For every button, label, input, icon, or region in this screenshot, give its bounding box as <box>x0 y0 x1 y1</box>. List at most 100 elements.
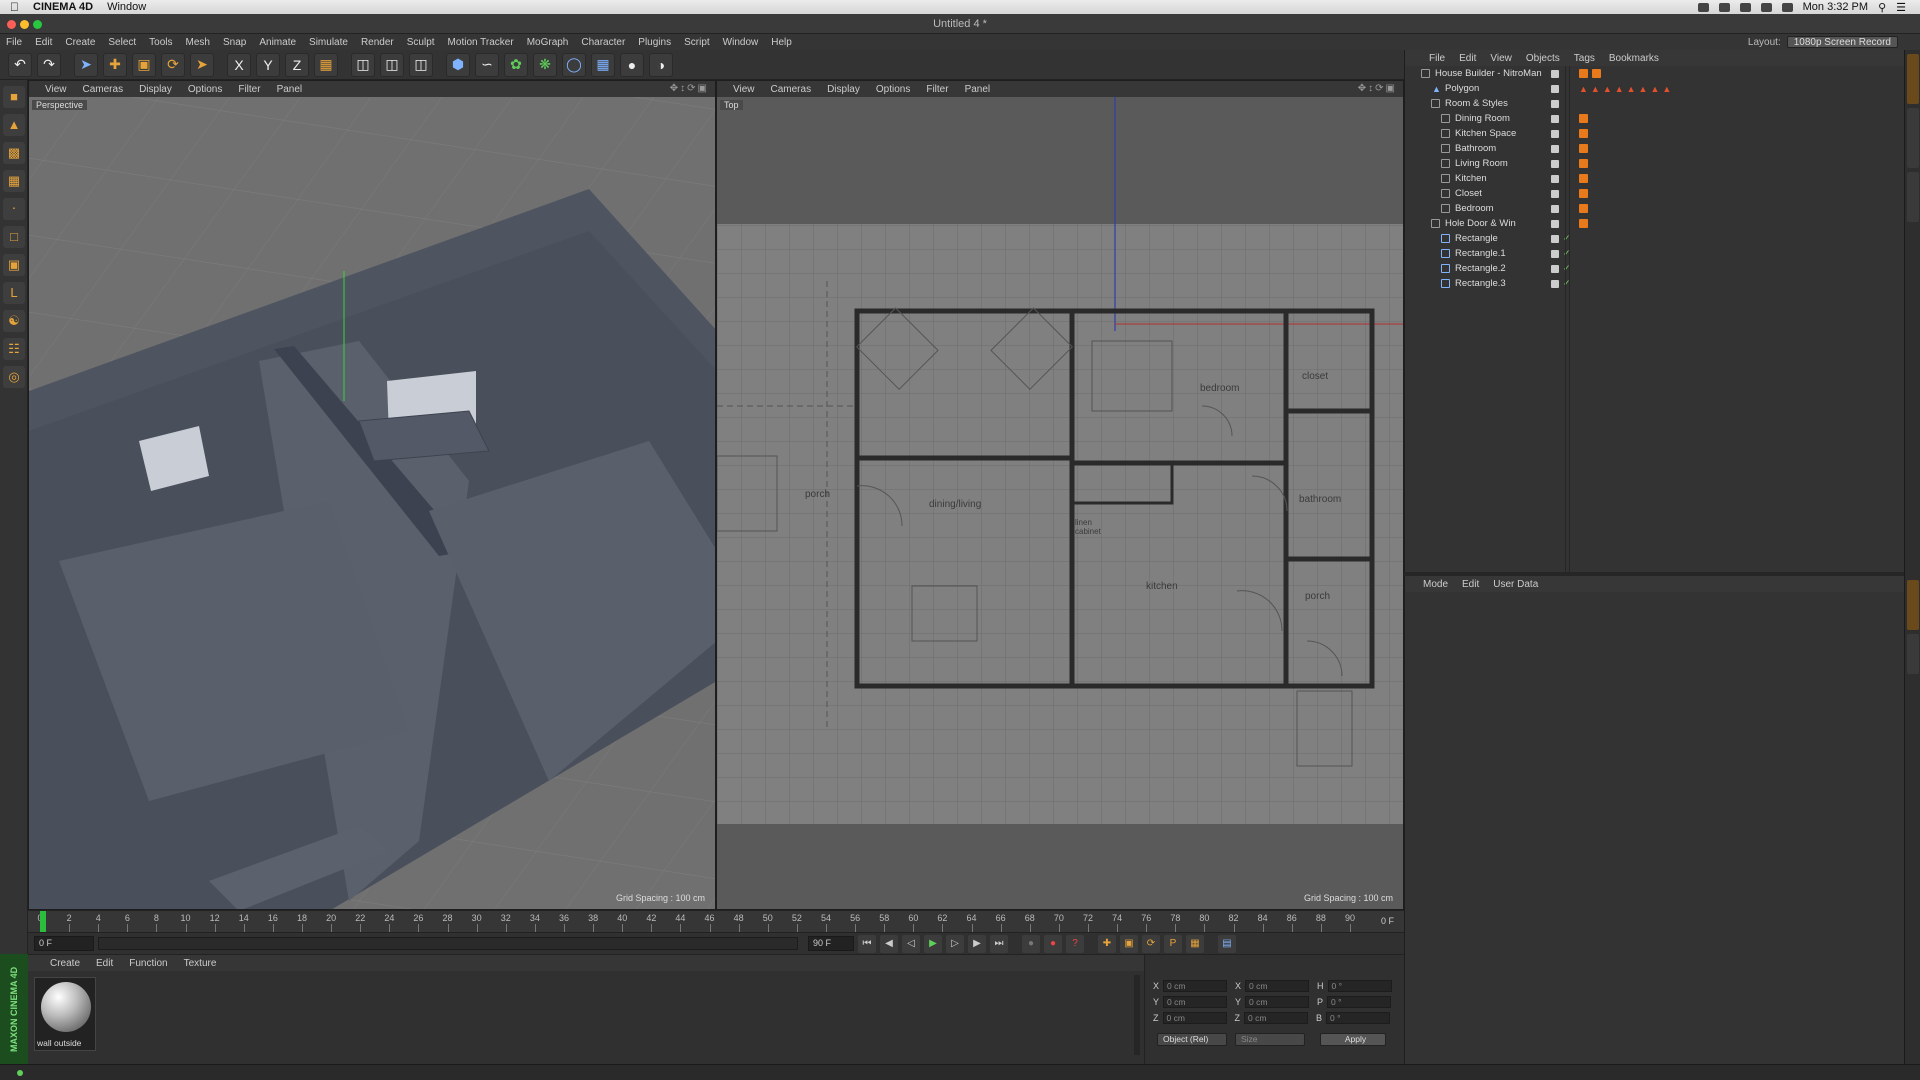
spotlight-icon[interactable]: ⚲ <box>1878 1 1886 14</box>
object-row[interactable]: Closet <box>1411 186 1904 201</box>
menu-select[interactable]: Select <box>108 37 136 48</box>
object-row[interactable]: Rectangle.3 ✓ <box>1411 276 1904 291</box>
size-x-field[interactable]: 0 cm <box>1245 980 1310 992</box>
model-mode-icon[interactable]: ▲ <box>3 114 25 136</box>
tag-icon[interactable] <box>1579 159 1588 168</box>
rotation-p-field[interactable]: 0 ° <box>1327 996 1392 1008</box>
object-row[interactable]: ▲ Polygon ▲▲▲▲▲▲▲▲ <box>1411 81 1904 96</box>
camera-icon[interactable]: ● <box>620 52 644 77</box>
wifi-icon[interactable] <box>1760 2 1772 12</box>
menu-tools[interactable]: Tools <box>149 37 172 48</box>
layout-dropdown[interactable]: 1080p Screen Record <box>1786 36 1898 48</box>
object-row[interactable]: Living Room <box>1411 156 1904 171</box>
points-mode-icon[interactable]: ⋅ <box>3 198 25 220</box>
menu-file[interactable]: File <box>6 37 22 48</box>
solo-icon[interactable]: ◎ <box>3 366 25 388</box>
menu-motion-tracker[interactable]: Motion Tracker <box>448 37 514 48</box>
viewport-menu-options[interactable]: Options <box>188 84 222 95</box>
goto-end-icon[interactable]: ⏭ <box>990 935 1008 953</box>
select-tool-icon[interactable]: ➤ <box>74 52 98 77</box>
goto-start-icon[interactable]: ⏮ <box>858 935 876 953</box>
mm-menu-texture[interactable]: Texture <box>184 958 217 969</box>
attr-menu-mode[interactable]: Mode <box>1423 579 1448 590</box>
visibility-icon[interactable] <box>1551 264 1559 273</box>
visibility-icon[interactable] <box>1551 204 1559 213</box>
tag-icon[interactable] <box>1579 189 1588 198</box>
key-parameter-icon[interactable]: P <box>1164 935 1182 953</box>
window-menu[interactable]: Window <box>107 1 146 13</box>
key-scale-icon[interactable]: ▣ <box>1120 935 1138 953</box>
layers-tab[interactable] <box>1907 634 1919 674</box>
axis-mode-icon[interactable]: L <box>3 282 25 304</box>
tag-icon[interactable] <box>1579 144 1588 153</box>
visibility-icon[interactable] <box>1551 189 1559 198</box>
om-menu-file[interactable]: File <box>1429 53 1445 64</box>
coordinate-mode-dropdown[interactable]: Object (Rel) <box>1157 1033 1227 1046</box>
autokey-icon[interactable]: ● <box>1044 935 1062 953</box>
menu-help[interactable]: Help <box>771 37 792 48</box>
array-icon[interactable]: ❋ <box>533 52 557 77</box>
status-icon[interactable] <box>1697 2 1709 12</box>
light-icon[interactable]: ◑ <box>649 52 673 77</box>
next-frame-icon[interactable]: ▷ <box>946 935 964 953</box>
menu-sculpt[interactable]: Sculpt <box>407 37 435 48</box>
attributes-tab[interactable] <box>1907 580 1919 630</box>
tag-icon[interactable] <box>1579 69 1588 78</box>
key-position-icon[interactable]: ✚ <box>1098 935 1116 953</box>
clock[interactable]: Mon 3:32 PM <box>1803 1 1868 13</box>
visibility-icon[interactable] <box>1551 69 1559 78</box>
viewport-menu-filter[interactable]: Filter <box>238 84 260 95</box>
menu-render[interactable]: Render <box>361 37 394 48</box>
live-selection-icon[interactable]: ➤ <box>190 52 214 77</box>
position-y-field[interactable]: 0 cm <box>1163 996 1228 1008</box>
texture-mode-icon[interactable]: ▩ <box>3 142 25 164</box>
objects-tab[interactable] <box>1907 54 1919 104</box>
mm-menu-create[interactable]: Create <box>50 958 80 969</box>
attr-menu-edit[interactable]: Edit <box>1462 579 1479 590</box>
pen-spline-icon[interactable]: ∽ <box>475 52 499 77</box>
rotation-h-field[interactable]: 0 ° <box>1327 980 1392 992</box>
viewport-menu-view[interactable]: View <box>733 84 755 95</box>
om-menu-objects[interactable]: Objects <box>1526 53 1560 64</box>
apple-icon[interactable]:  <box>10 0 19 14</box>
position-z-field[interactable]: 0 cm <box>1162 1012 1227 1024</box>
viewport-menu-panel[interactable]: Panel <box>965 84 991 95</box>
viewport-menu-panel[interactable]: Panel <box>277 84 303 95</box>
edges-mode-icon[interactable]: □ <box>3 226 25 248</box>
size-mode-dropdown[interactable]: Size <box>1235 1033 1305 1046</box>
prev-key-icon[interactable]: ◀ <box>880 935 898 953</box>
viewport-menu-options[interactable]: Options <box>876 84 910 95</box>
object-row[interactable]: Dining Room <box>1411 111 1904 126</box>
rotation-b-field[interactable]: 0 ° <box>1326 1012 1391 1024</box>
redo-icon[interactable]: ↷ <box>37 52 61 77</box>
next-key-icon[interactable]: ▶ <box>968 935 986 953</box>
scale-tool-icon[interactable]: ▣ <box>132 52 156 77</box>
cube-icon[interactable]: ⬢ <box>446 52 470 77</box>
render-settings-icon[interactable]: ◫ <box>409 52 433 77</box>
visibility-icon[interactable] <box>1551 234 1559 243</box>
visibility-icon[interactable] <box>1551 174 1559 183</box>
record-icon[interactable]: ● <box>1022 935 1040 953</box>
notification-icon[interactable]: ☰ <box>1896 1 1906 14</box>
visibility-icon[interactable] <box>1551 129 1559 138</box>
object-row[interactable]: Bedroom <box>1411 201 1904 216</box>
frame-range-slider[interactable] <box>98 937 798 950</box>
object-row[interactable]: Rectangle.2 ✓ <box>1411 261 1904 276</box>
viewport-menu-filter[interactable]: Filter <box>926 84 948 95</box>
object-row[interactable]: Rectangle ✓ <box>1411 231 1904 246</box>
size-y-field[interactable]: 0 cm <box>1245 996 1310 1008</box>
visibility-icon[interactable] <box>1551 99 1559 108</box>
object-row[interactable]: Kitchen Space <box>1411 126 1904 141</box>
rotate-tool-icon[interactable]: ⟳ <box>161 52 185 77</box>
menu-script[interactable]: Script <box>684 37 710 48</box>
app-menu[interactable]: CINEMA 4D <box>33 1 93 13</box>
menu-edit[interactable]: Edit <box>35 37 52 48</box>
subdivision-icon[interactable]: ✿ <box>504 52 528 77</box>
top-viewport[interactable]: bedroom closet porch dining/living bathr… <box>716 80 1404 910</box>
material-scrollbar[interactable] <box>1134 975 1140 1055</box>
tag-icon[interactable] <box>1579 219 1588 228</box>
deformer-icon[interactable]: ◯ <box>562 52 586 77</box>
keyframe-selection-icon[interactable]: ? <box>1066 935 1084 953</box>
polygons-mode-icon[interactable]: ▣ <box>3 254 25 276</box>
tag-icon[interactable] <box>1579 114 1588 123</box>
